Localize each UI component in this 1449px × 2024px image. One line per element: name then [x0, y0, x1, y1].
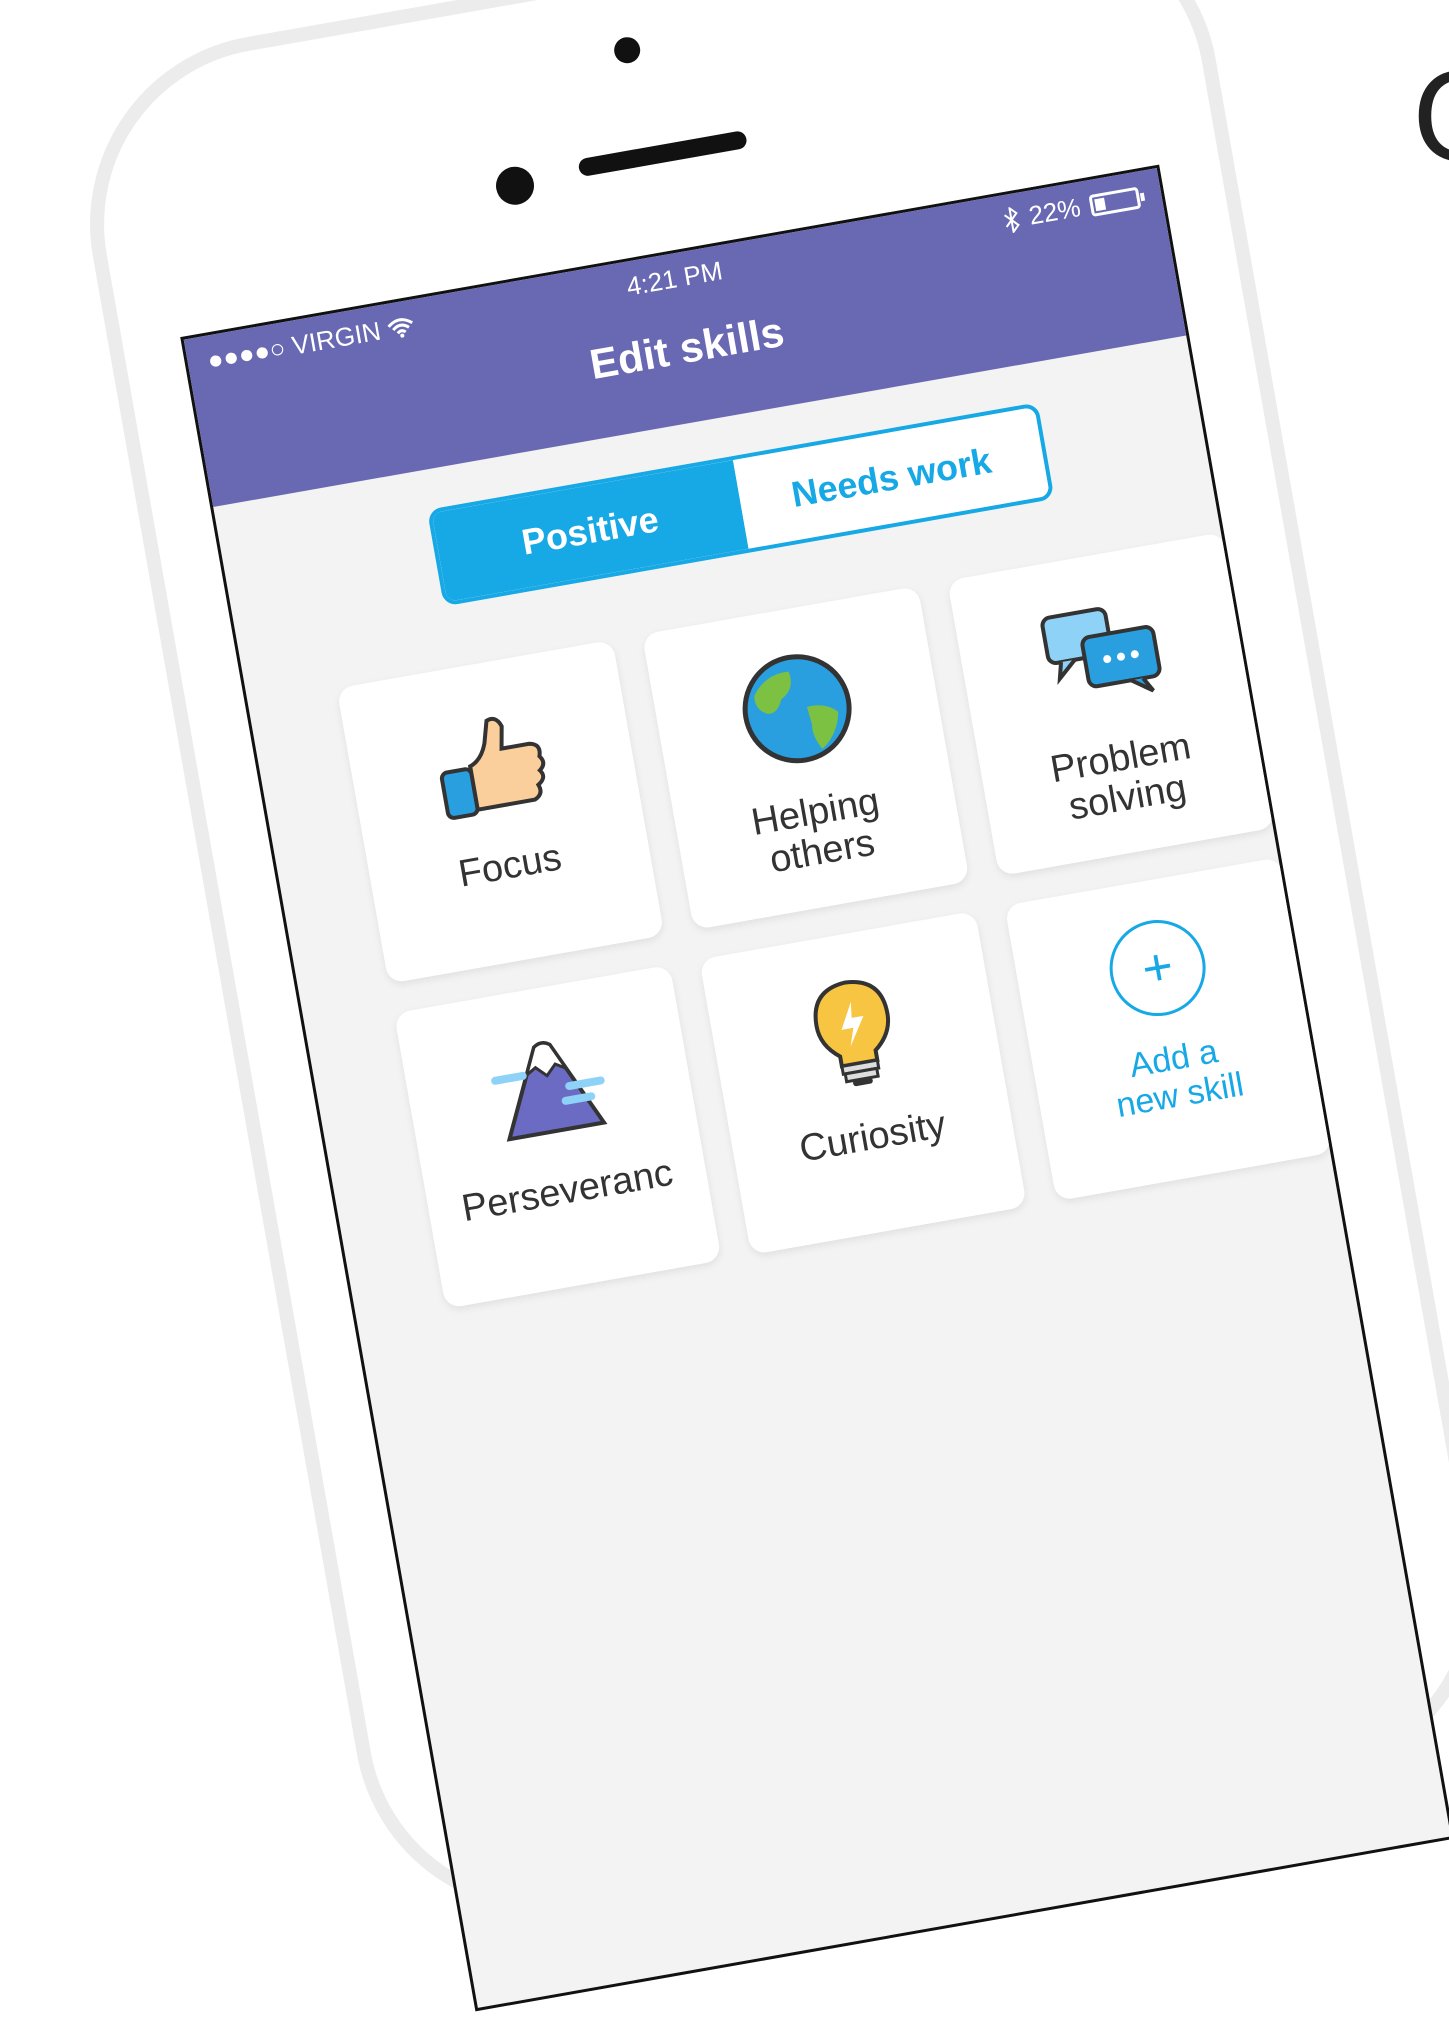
cropped-heading-letter: C [1412, 60, 1449, 180]
globe-icon [742, 654, 852, 764]
skill-label: Helping others [748, 780, 883, 882]
chat-bubbles-icon [1040, 607, 1162, 693]
status-right: 22% [1001, 182, 1142, 237]
camera-icon [612, 35, 643, 66]
phone-frame: ●●●●○ VIRGIN 4:21 PM 22% Edit skills Pos… [60, 0, 1449, 2012]
skill-label: Problem solving [1047, 725, 1194, 829]
tab-positive[interactable]: Positive [431, 460, 749, 602]
lightbulb-icon [813, 980, 891, 1087]
add-skill-label: Add a new skill [1113, 1032, 1247, 1126]
bluetooth-icon [1003, 205, 1020, 234]
skill-label: Focus [455, 838, 565, 896]
speaker-grille [577, 129, 748, 178]
skill-card-focus[interactable]: Focus [336, 639, 665, 984]
battery-icon [1088, 186, 1142, 217]
skill-card-problem-solving[interactable]: Problem solving [947, 532, 1276, 877]
skill-card-curiosity[interactable]: Curiosity [699, 910, 1028, 1255]
phone-screen: ●●●●○ VIRGIN 4:21 PM 22% Edit skills Pos… [180, 164, 1449, 2012]
thumbs-up-icon [439, 716, 546, 820]
battery-percent: 22% [1026, 192, 1083, 231]
skill-label: Perseveranc [459, 1153, 677, 1231]
skill-card-helping-others[interactable]: Helping others [641, 585, 970, 930]
tab-needs-work[interactable]: Needs work [732, 406, 1050, 549]
front-camera-icon [493, 163, 538, 208]
skill-card-perseverance[interactable]: Perseveranc [393, 964, 722, 1309]
plus-icon[interactable]: + [1102, 912, 1214, 1024]
mountain-icon [491, 1041, 608, 1142]
skill-label: Curiosity [796, 1103, 950, 1171]
battery-level [1094, 197, 1106, 211]
skills-grid: Focus Helping others Problem solving Per… [336, 532, 1333, 1309]
add-skill-card[interactable]: + Add a new skill [1004, 857, 1333, 1202]
